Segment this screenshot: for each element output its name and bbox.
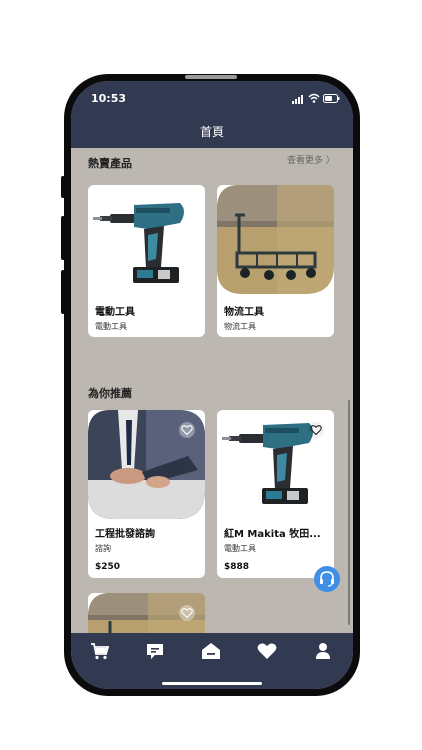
app-screen: 10:53 首頁 熱賣產品 查看更多 〉 電動工具 電動工具 物流工具 物流工具…	[71, 81, 353, 689]
product-price: $888	[224, 562, 250, 572]
product-title: 工程批發諮詢	[95, 529, 155, 540]
product-title: 物流工具	[224, 307, 264, 318]
tab-home[interactable]	[198, 641, 224, 661]
user-icon	[316, 643, 330, 659]
home-icon	[202, 643, 220, 659]
status-time: 10:53	[91, 92, 127, 105]
see-more-link[interactable]: 查看更多 〉	[287, 153, 335, 166]
scrollbar[interactable]	[348, 400, 350, 625]
recommended-title: 為你推薦	[88, 387, 132, 400]
page-title: 首頁	[199, 125, 224, 139]
recommend-card-consulting[interactable]: 工程批發諮詢 諮詢 $250	[88, 410, 205, 578]
device-mockup: 10:53 首頁 熱賣產品 查看更多 〉 電動工具 電動工具 物流工具 物流工具…	[0, 0, 422, 750]
battery-icon	[323, 94, 340, 103]
home-indicator[interactable]	[162, 682, 262, 685]
hot-products-title: 熱賣產品	[88, 157, 132, 170]
cordless-drill-image	[88, 185, 205, 294]
tab-profile[interactable]	[310, 641, 336, 661]
product-subtitle: 諮詢	[95, 544, 111, 553]
heart-outline-icon[interactable]	[308, 422, 324, 438]
speaker-grille	[185, 75, 237, 79]
product-subtitle: 電動工具	[95, 322, 127, 331]
bottom-tab-bar	[71, 633, 353, 689]
product-price: $250	[95, 562, 121, 572]
heart-outline-icon[interactable]	[179, 422, 195, 438]
cart-icon	[91, 643, 110, 660]
headset-icon	[320, 571, 334, 587]
tab-favorites[interactable]	[254, 641, 280, 661]
recommend-card-makita[interactable]: 紅M Makita 牧田... 電動工具 $888	[217, 410, 334, 578]
recommend-card-partial[interactable]	[88, 593, 205, 633]
product-title: 紅M Makita 牧田...	[224, 529, 321, 540]
product-subtitle: 物流工具	[224, 322, 256, 331]
platform-cart-image	[217, 185, 334, 294]
product-card-power-tools[interactable]: 電動工具 電動工具	[88, 185, 205, 337]
product-card-logistics-tools[interactable]: 物流工具 物流工具	[217, 185, 334, 337]
status-bar: 10:53	[71, 81, 353, 117]
wifi-icon	[308, 93, 320, 103]
signal-bars-icon	[292, 95, 303, 104]
message-icon	[147, 644, 163, 659]
app-header: 首頁	[71, 117, 353, 148]
tab-messages[interactable]	[142, 641, 168, 661]
product-subtitle: 電動工具	[224, 544, 256, 553]
customer-service-button[interactable]	[314, 566, 340, 592]
product-title: 電動工具	[95, 307, 135, 318]
home-feed[interactable]: 熱賣產品 查看更多 〉 電動工具 電動工具 物流工具 物流工具 為你推薦 工程批…	[71, 148, 353, 633]
tab-cart[interactable]	[86, 641, 112, 661]
heart-icon	[257, 643, 277, 659]
heart-outline-icon[interactable]	[179, 605, 195, 621]
